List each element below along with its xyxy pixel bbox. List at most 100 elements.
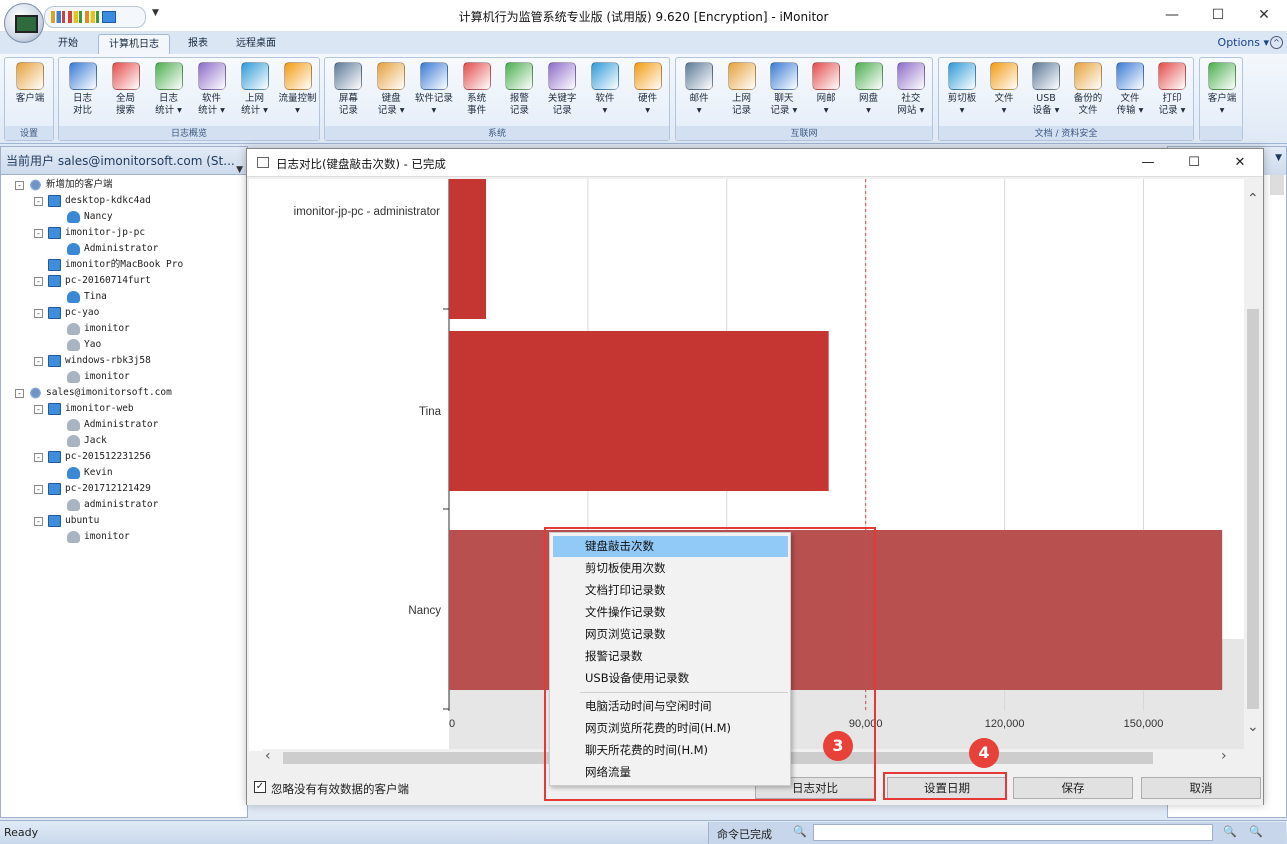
collapse-icon[interactable]: - [34,484,43,494]
ribbon-button-software-1-3[interactable]: 软件 统计 ▾ [192,62,232,128]
context-menu-item[interactable]: 电脑活动时间与空闲时间 [553,696,788,717]
collapse-icon[interactable]: - [15,388,24,398]
tree-node[interactable]: Nancy [53,209,113,225]
ribbon-button-log-1-2[interactable]: 日志 统计 ▾ [149,62,189,128]
context-menu-item[interactable]: 报警记录数 [553,646,788,667]
ribbon-button-webmail[interactable]: 网邮 ▾ [806,62,846,128]
tree-node[interactable]: Jack [53,433,107,449]
tree-node[interactable]: - imonitor-jp-pc [34,225,145,241]
vertical-scrollbar[interactable]: ⌃ ⌄ [1244,179,1262,735]
context-menu-item[interactable]: 网页浏览记录数 [553,624,788,645]
tab-reports[interactable]: 报表 [178,34,218,54]
ribbon-button-software-2-6[interactable]: 软件 ▾ [585,62,625,128]
tree-node[interactable]: administrator [53,497,158,513]
tree-node[interactable]: imonitor [53,369,130,385]
tree-node[interactable]: - 新增加的客户端 [15,177,113,193]
collapse-icon[interactable]: - [15,180,24,190]
minimize-button[interactable]: — [1149,0,1195,30]
app-logo[interactable] [4,3,44,43]
ribbon-button-log-1-0[interactable]: 日志 对比 [63,62,103,128]
save-button[interactable]: 保存 [1013,777,1133,799]
tree-node[interactable]: - pc-201712121429 [34,481,151,497]
context-menu-item[interactable]: 文件操作记录数 [553,602,788,623]
collapse-ribbon-icon[interactable]: ^ [1270,36,1283,49]
ribbon-button-chat[interactable]: 聊天 记录 ▾ [764,62,804,128]
ribbon-button-file-4-1[interactable]: 文件 ▾ [984,62,1024,128]
maximize-button[interactable]: ☐ [1195,0,1241,30]
ribbon-button-keyword[interactable]: 关键字 记录 [542,62,582,128]
search-icon[interactable]: 🔍 [793,825,807,838]
context-menu-item[interactable]: USB设备使用记录数 [553,668,788,689]
dialog-maximize-button[interactable]: ☐ [1171,149,1217,175]
ignore-empty-checkbox[interactable]: ✓ [254,781,266,793]
ribbon-button-system-events[interactable]: 系统 事件 [457,62,497,128]
collapse-icon[interactable]: - [34,228,43,238]
ribbon-button-alert[interactable]: 报警 记录 [499,62,539,128]
command-input[interactable] [813,824,1213,841]
scroll-down-icon[interactable]: ⌄ [1247,719,1259,735]
ribbon-button-email[interactable]: 邮件 ▾ [679,62,719,128]
tree-node[interactable]: - windows-rbk3j58 [34,353,151,369]
zoom-out-icon[interactable]: 🔍 [1223,825,1237,838]
ribbon-button-client[interactable]: 客户端 ▾ [1202,62,1242,128]
context-menu-item[interactable]: 文档打印记录数 [553,580,788,601]
scroll-left-icon[interactable]: ‹ [265,748,271,764]
collapse-icon[interactable]: - [34,516,43,526]
dropdown-icon[interactable]: ▼ [1275,153,1282,163]
scroll-right-icon[interactable]: › [1221,748,1227,764]
ignore-empty-label[interactable]: 忽略没有有效数据的客户端 [271,781,409,797]
ribbon-button-file-4-4[interactable]: 文件 传输 ▾ [1110,62,1150,128]
collapse-icon[interactable]: - [34,308,43,318]
tree-node[interactable]: - ubuntu [34,513,99,529]
ribbon-button-print[interactable]: 打印 记录 ▾ [1152,62,1192,128]
ribbon-button-client[interactable]: 客户端 [10,62,50,128]
context-menu-item[interactable]: 键盘敲击次数 [553,536,788,557]
collapse-icon[interactable]: - [34,452,43,462]
tree-node[interactable]: Yao [53,337,101,353]
close-button[interactable]: ✕ [1241,0,1287,30]
ribbon-button-social[interactable]: 社交 网站 ▾ [891,62,931,128]
ribbon-button-usb[interactable]: USB 设备 ▾ [1026,62,1066,128]
ribbon-button-cloud-drive[interactable]: 网盘 ▾ [849,62,889,128]
ribbon-button-clipboard[interactable]: 剪切板 ▾ [942,62,982,128]
tree-node[interactable]: - sales@imonitorsoft.com [15,385,172,401]
ribbon-button-backup-file[interactable]: 备份的 文件 [1068,62,1108,128]
collapse-icon[interactable]: - [34,356,43,366]
cancel-button[interactable]: 取消 [1141,777,1261,799]
collapse-icon[interactable]: - [34,404,43,414]
dialog-close-button[interactable]: ✕ [1217,149,1263,175]
tab-remote-desktop[interactable]: 远程桌面 [226,34,286,54]
tree-node[interactable]: - pc-201512231256 [34,449,151,465]
ribbon-button-hardware[interactable]: 硬件 ▾ [628,62,668,128]
tab-start[interactable]: 开始 [48,34,88,54]
tab-computer-log[interactable]: 计算机日志 [98,34,170,54]
tree-node[interactable]: - pc-20160714furt [34,273,151,289]
context-menu-item[interactable]: 剪切板使用次数 [553,558,788,579]
options-menu[interactable]: Options ▾ [1218,36,1269,49]
tree-node[interactable]: Kevin [53,465,113,481]
scrollbar[interactable] [1270,175,1284,195]
tree-node[interactable]: Administrator [53,241,158,257]
scroll-thumb[interactable] [1247,309,1259,709]
ribbon-button-keyboard[interactable]: 键盘 记录 ▾ [371,62,411,128]
context-menu-item[interactable]: 聊天所花费的时间(H.M) [553,740,788,761]
tree-node[interactable]: - desktop-kdkc4ad [34,193,151,209]
set-date-button[interactable]: 设置日期 [887,777,1007,799]
tree-node[interactable]: Tina [53,289,107,305]
tree-node[interactable]: - pc-yao [34,305,99,321]
ribbon-button-software-log[interactable]: 软件记录 ▾ [414,62,454,128]
tree-node[interactable]: imonitor [53,321,130,337]
context-menu-item[interactable]: 网页浏览所花费的时间(H.M) [553,718,788,739]
tree-node[interactable]: imonitor的MacBook Pro [34,257,183,273]
ribbon-button-web[interactable]: 上网 统计 ▾ [235,62,275,128]
zoom-in-icon[interactable]: 🔍 [1249,825,1263,838]
ribbon-button-web[interactable]: 上网 记录 [722,62,762,128]
context-menu-item[interactable]: 网络流量 [553,762,788,783]
collapse-icon[interactable]: - [34,196,43,206]
ribbon-button-traffic-control[interactable]: 流量控制 ▾ [278,62,318,128]
tree-node[interactable]: Administrator [53,417,158,433]
ribbon-button-global-search[interactable]: 全局 搜索 [106,62,146,128]
scroll-up-icon[interactable]: ⌃ [1247,191,1259,207]
collapse-icon[interactable]: - [34,276,43,286]
tree-node[interactable]: imonitor [53,529,130,545]
